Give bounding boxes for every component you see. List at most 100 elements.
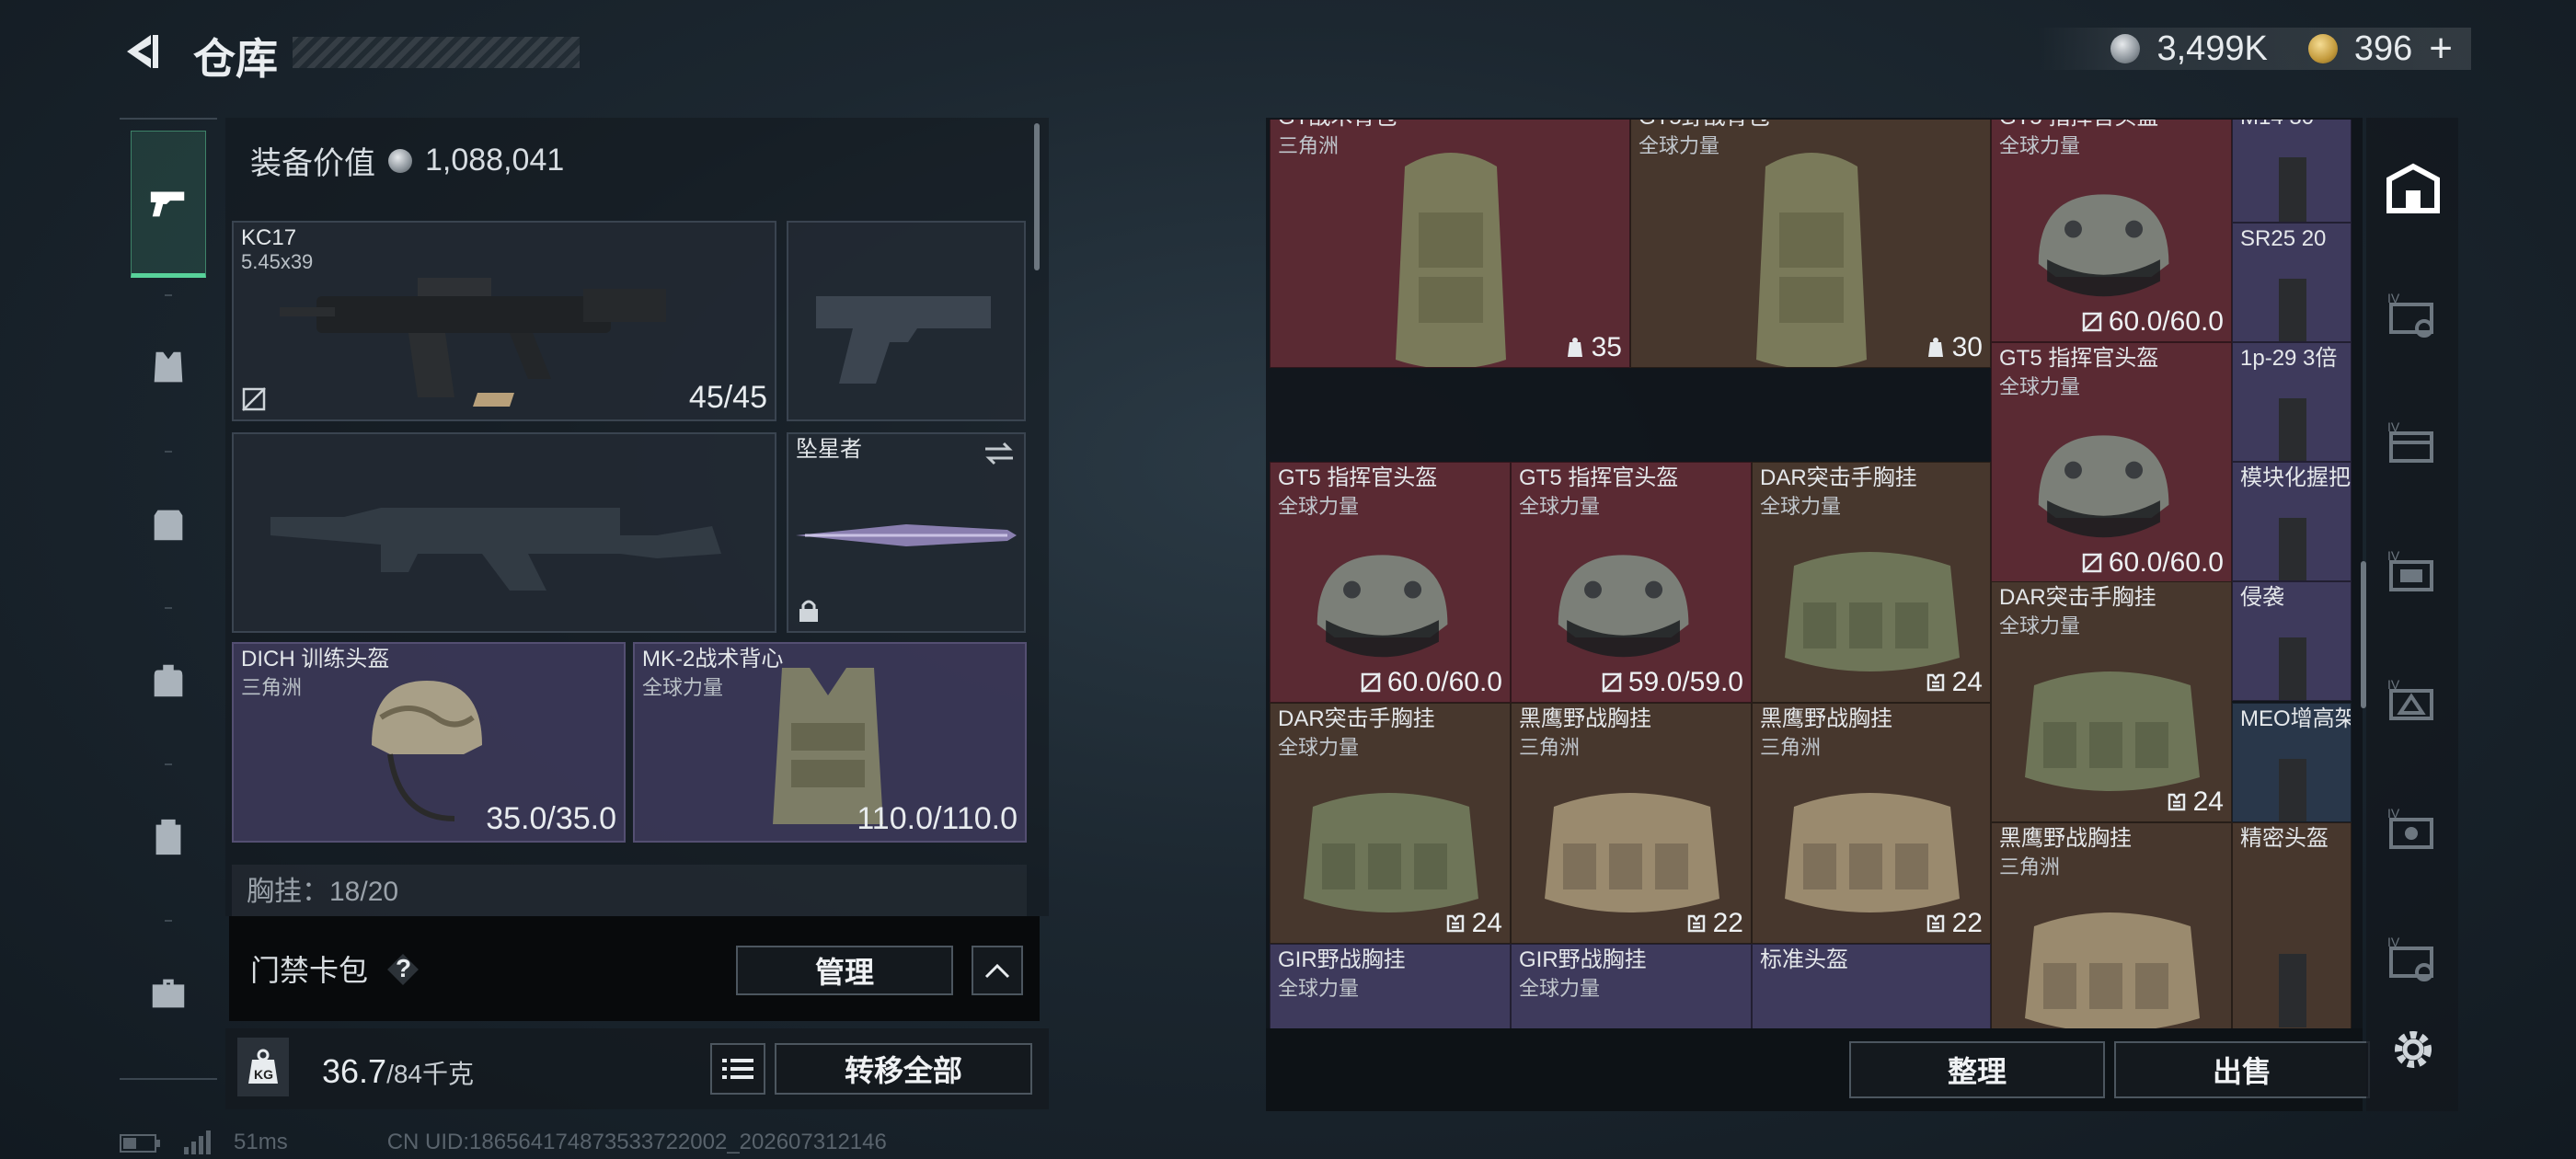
- stash-item[interactable]: GT5 指挥官头盔全球力量 60.0/60.0: [1270, 462, 1511, 703]
- item-region: 三角洲: [1278, 134, 1340, 157]
- stash-tab-3[interactable]: IV: [2381, 543, 2445, 607]
- item-value: 24: [1444, 908, 1502, 939]
- silver-coin-icon: [2110, 34, 2141, 63]
- nav-tab-container[interactable]: [131, 763, 206, 911]
- stash-item[interactable]: GT5 指挥官头盔全球力量 60.0/60.0: [1991, 342, 2232, 583]
- item-image: [2279, 518, 2306, 580]
- signal-icon: [184, 1130, 211, 1154]
- stash-tab-1[interactable]: IV: [2381, 285, 2445, 350]
- stash-item[interactable]: MEO增高架: [2232, 703, 2352, 822]
- armor-name: MK-2战术背心: [642, 647, 784, 671]
- chest-rig-icon: [154, 510, 183, 541]
- battery-icon: [120, 1134, 160, 1153]
- case-tab-icon: IV: [2387, 935, 2433, 981]
- item-region: 全球力量: [1519, 495, 1601, 518]
- stash-tab-4[interactable]: IV: [2381, 671, 2445, 736]
- item-name: 1p-29 3倍: [2240, 346, 2338, 371]
- back-arrow-icon[interactable]: [120, 29, 164, 74]
- item-image: [1545, 793, 1719, 912]
- item-value-text: 22: [1951, 908, 1983, 938]
- stash-item[interactable]: DAR突击手胸挂 全球力量 24: [1991, 581, 2232, 822]
- stash-item[interactable]: 侵袭: [2232, 581, 2352, 701]
- nav-tab-toolbox[interactable]: [131, 920, 206, 1067]
- item-image: [1756, 153, 1867, 367]
- transfer-all-button[interactable]: 转移全部: [775, 1043, 1032, 1095]
- loadout-scrollbar[interactable]: [1034, 123, 1040, 270]
- svg-text:IV: IV: [2387, 678, 2400, 692]
- svg-text:IV: IV: [2387, 935, 2400, 949]
- sell-button[interactable]: 出售: [2114, 1041, 2370, 1098]
- item-name: GT5 指挥官头盔: [1519, 465, 1679, 490]
- secondary-primary-slot[interactable]: [232, 432, 776, 633]
- equip-value-amount: 1,088,041: [425, 143, 565, 178]
- stash-item[interactable]: 精密头盔: [2232, 822, 2352, 1028]
- no-insurance-icon: [2081, 312, 2102, 332]
- stash-item[interactable]: 黑鹰野战胸挂 三角洲 22: [1511, 703, 1752, 944]
- add-currency-button[interactable]: +: [2429, 26, 2453, 72]
- item-region: 全球力量: [1760, 495, 1842, 518]
- stash-item[interactable]: 黑鹰野战胸挂 三角洲: [1991, 822, 2232, 1028]
- stash-tab-main[interactable]: [2381, 156, 2445, 221]
- stash-item[interactable]: GIR野战胸挂 全球力量: [1511, 944, 1752, 1028]
- pistol-icon: [150, 191, 185, 217]
- chevron-up-icon: [984, 963, 1010, 979]
- help-icon[interactable]: ?: [385, 951, 421, 988]
- item-image: [1396, 153, 1506, 367]
- sort-button[interactable]: 整理: [1849, 1041, 2105, 1098]
- item-image: [2279, 954, 2306, 1027]
- list-view-button[interactable]: [710, 1043, 765, 1095]
- stash-tab-6[interactable]: IV: [2381, 929, 2445, 993]
- item-image: [2279, 398, 2306, 461]
- rifle-silhouette-icon: [270, 508, 721, 591]
- item-value: 24: [2166, 786, 2224, 818]
- item-name: 精密头盔: [2240, 826, 2329, 851]
- lock-icon: [799, 600, 818, 622]
- stash-item[interactable]: 1p-29 3倍: [2232, 342, 2352, 462]
- item-value: 30: [1925, 332, 1983, 363]
- stash-item[interactable]: 黑鹰野战胸挂 三角洲 22: [1752, 703, 1991, 944]
- secondary-weapon-slot[interactable]: [787, 221, 1026, 421]
- melee-slot[interactable]: 坠星者: [787, 432, 1026, 633]
- item-region: 全球力量: [1278, 977, 1360, 1000]
- armor-vest-icon: [154, 351, 183, 383]
- primary-weapon-slot[interactable]: KC17 5.45x39 45/45: [232, 221, 776, 421]
- capacity-icon: [1926, 914, 1944, 933]
- stash-item[interactable]: 模块化握把: [2232, 462, 2352, 581]
- stash-tab-2[interactable]: IV: [2381, 414, 2445, 478]
- item-name: 黑鹰野战胸挂: [1519, 706, 1651, 731]
- item-image: [2038, 435, 2169, 538]
- svg-text:IV: IV: [2387, 549, 2400, 563]
- item-name: SR25 20: [2240, 226, 2327, 251]
- nav-tab-backpack[interactable]: [131, 607, 206, 754]
- swap-icon[interactable]: [983, 442, 1015, 465]
- stash-item[interactable]: GT5 指挥官头盔全球力量 60.0/60.0: [1991, 120, 2232, 342]
- stash-item[interactable]: GT5野战背包全球力量 30: [1630, 120, 1991, 368]
- stash-item[interactable]: DAR突击手胸挂 全球力量 24: [1270, 703, 1511, 944]
- svg-text:IV: IV: [2387, 807, 2400, 820]
- helmet-slot[interactable]: DICH 训练头盔 三角洲 35.0/35.0: [232, 642, 626, 843]
- stash-tab-5[interactable]: IV: [2381, 800, 2445, 865]
- item-name: 黑鹰野战胸挂: [1760, 706, 1892, 731]
- knife-image: [796, 524, 1017, 546]
- nav-tab-chest-rig[interactable]: [131, 451, 206, 598]
- item-region: 全球力量: [1999, 375, 2081, 398]
- item-region: 全球力量: [1278, 736, 1360, 759]
- stash-item[interactable]: M14 30: [2232, 120, 2352, 223]
- stash-item[interactable]: GIR野战胸挂 全球力量: [1270, 944, 1511, 1028]
- stash-item[interactable]: GT战术背包三角洲 35: [1270, 120, 1630, 368]
- chest-rig-row[interactable]: 胸挂：18/20: [232, 865, 1027, 916]
- list-icon: [722, 1059, 753, 1079]
- stash-item[interactable]: DAR突击手胸挂 全球力量 24: [1752, 462, 1991, 703]
- manage-button[interactable]: 管理: [736, 946, 953, 995]
- settings-button[interactable]: [2381, 1017, 2445, 1082]
- item-value: 59.0/59.0: [1601, 667, 1743, 698]
- armor-durability: 110.0/110.0: [857, 801, 1018, 836]
- stash-item[interactable]: SR25 20: [2232, 223, 2352, 342]
- collapse-button[interactable]: [972, 946, 1023, 995]
- nav-tab-weapons[interactable]: [131, 131, 206, 278]
- armor-slot[interactable]: MK-2战术背心 全球力量 110.0/110.0: [633, 642, 1027, 843]
- item-value-text: 24: [1471, 908, 1502, 938]
- stash-item[interactable]: 标准头盔: [1752, 944, 1991, 1028]
- stash-item[interactable]: GT5 指挥官头盔 全球力量 59.0/59.0: [1511, 462, 1752, 703]
- nav-tab-armor[interactable]: [131, 294, 206, 442]
